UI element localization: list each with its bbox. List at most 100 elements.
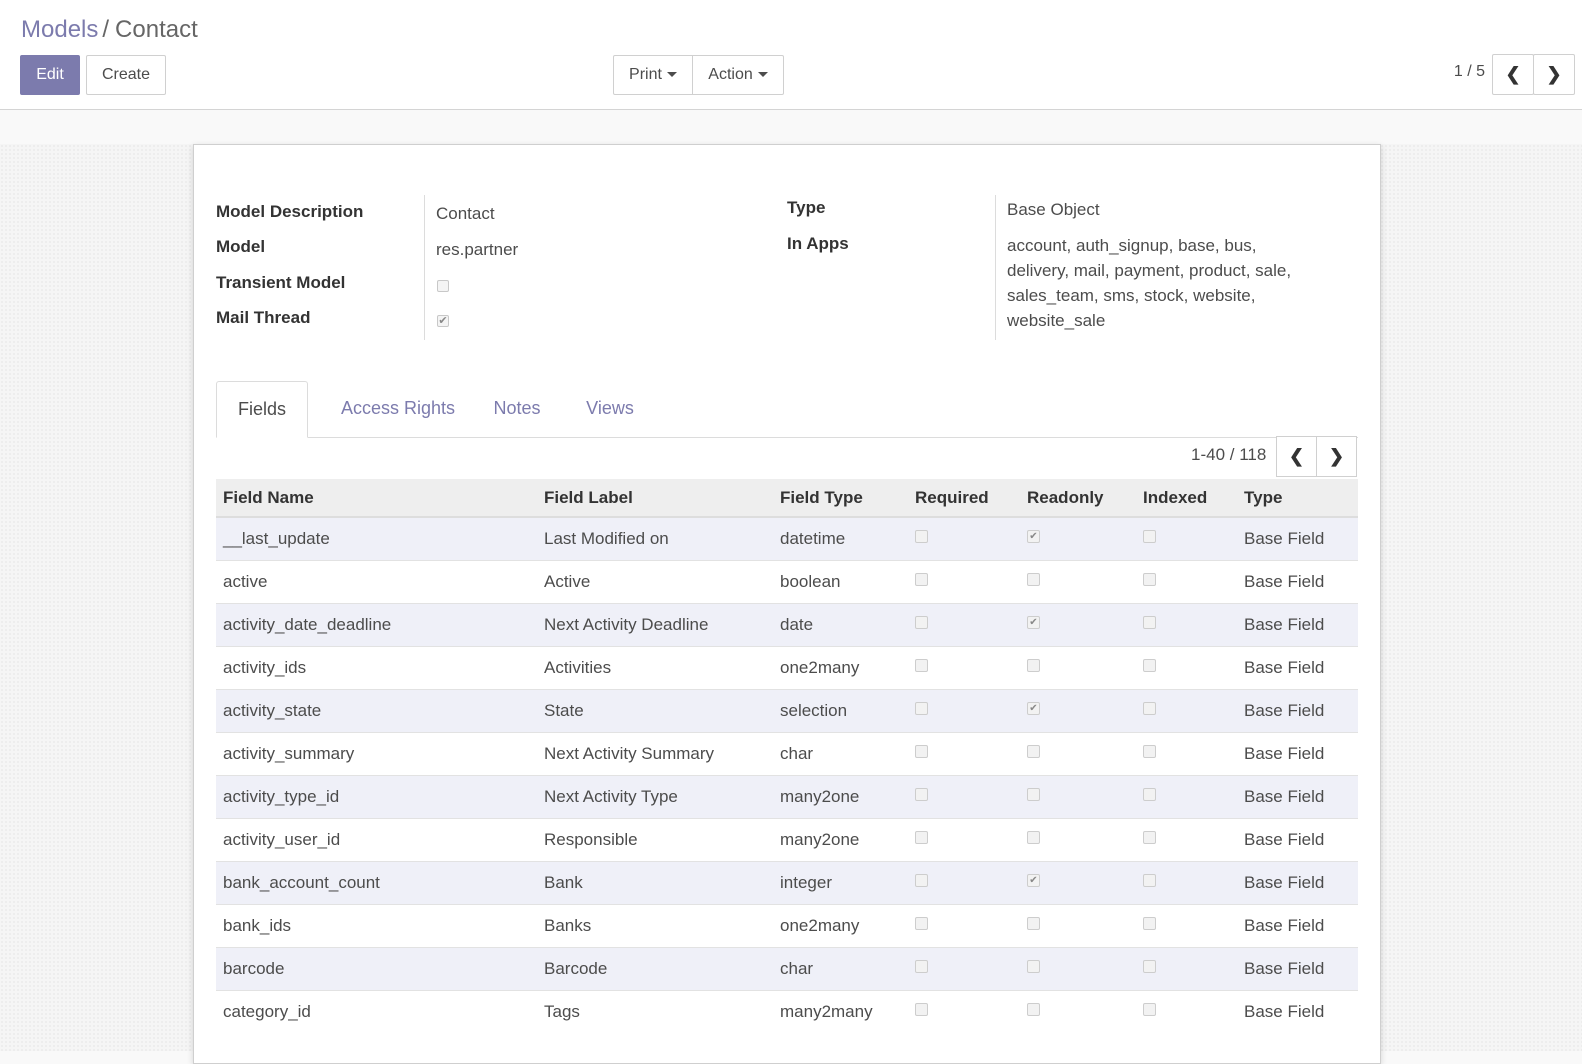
cell-required bbox=[908, 688, 1020, 732]
cell-type: Base Field bbox=[1237, 559, 1358, 603]
cell-type: Base Field bbox=[1237, 860, 1358, 904]
right-group-separator bbox=[995, 195, 996, 340]
table-row[interactable]: bank_ids Banks one2many Base Field bbox=[216, 903, 1358, 947]
record-pager-value[interactable]: 1 / 5 bbox=[1454, 63, 1485, 81]
notebook-tabs: Fields Access Rights Notes Views bbox=[216, 381, 1358, 438]
table-row[interactable]: __last_update Last Modified on datetime ✔ Ba… bbox=[216, 516, 1358, 560]
indexed-checkbox bbox=[1143, 572, 1156, 586]
model-description-label: Model Description bbox=[216, 202, 364, 221]
table-row[interactable]: activity_summary Next Activity Summary cha… bbox=[216, 731, 1358, 775]
cell-field-name: barcode bbox=[216, 946, 537, 990]
readonly-checkbox: ✔ bbox=[1027, 529, 1040, 543]
required-checkbox bbox=[915, 959, 928, 973]
cell-readonly bbox=[1020, 731, 1136, 775]
pager-previous-button[interactable]: ❮ bbox=[1492, 54, 1534, 95]
column-header-indexed[interactable]: Indexed bbox=[1136, 479, 1237, 518]
cell-readonly bbox=[1020, 946, 1136, 990]
cell-required bbox=[908, 774, 1020, 818]
cell-field-label: Active bbox=[537, 559, 773, 603]
cell-field-label: Tags bbox=[537, 989, 773, 1033]
action-dropdown-button[interactable]: Action bbox=[692, 55, 784, 95]
cell-required bbox=[908, 946, 1020, 990]
cell-readonly bbox=[1020, 903, 1136, 947]
table-row[interactable]: activity_date_deadline Next Activity Dead… bbox=[216, 602, 1358, 646]
cell-field-name: active bbox=[216, 559, 537, 603]
cell-field-name: activity_date_deadline bbox=[216, 602, 537, 646]
cell-indexed bbox=[1136, 946, 1237, 990]
table-row[interactable]: barcode Barcode char Base Field bbox=[216, 946, 1358, 990]
print-dropdown-button[interactable]: Print bbox=[613, 55, 693, 95]
tab-fields[interactable]: Fields bbox=[216, 381, 308, 438]
indexed-checkbox bbox=[1143, 1002, 1156, 1016]
cell-field-type: one2many bbox=[773, 903, 908, 947]
table-row[interactable]: activity_user_id Responsible many2one Base … bbox=[216, 817, 1358, 861]
table-row[interactable]: active Active boolean Base Field bbox=[216, 559, 1358, 603]
required-checkbox bbox=[915, 873, 928, 887]
column-header-readonly[interactable]: Readonly bbox=[1020, 479, 1136, 518]
cell-field-type: many2one bbox=[773, 774, 908, 818]
cell-field-type: integer bbox=[773, 860, 908, 904]
readonly-checkbox: ✔ bbox=[1027, 701, 1040, 715]
model-value: res.partner bbox=[436, 240, 519, 259]
pager-next-button[interactable]: ❯ bbox=[1533, 54, 1575, 95]
list-pager-value[interactable]: 1-40 / 118 bbox=[1191, 445, 1266, 465]
table-row[interactable]: activity_state State selection ✔ Base Field bbox=[216, 688, 1358, 732]
tab-access-rights[interactable]: Access Rights bbox=[320, 381, 476, 437]
column-header-field-type[interactable]: Field Type bbox=[773, 479, 908, 518]
in-apps-line: delivery, mail, payment, product, sale, bbox=[1007, 261, 1292, 280]
cell-type: Base Field bbox=[1237, 774, 1358, 818]
breadcrumb-separator: / bbox=[102, 16, 110, 43]
required-checkbox bbox=[915, 572, 928, 586]
cell-field-name: bank_account_count bbox=[216, 860, 537, 904]
readonly-checkbox bbox=[1027, 658, 1040, 672]
indexed-checkbox bbox=[1143, 959, 1156, 973]
cell-indexed bbox=[1136, 903, 1237, 947]
list-next-button[interactable]: ❯ bbox=[1316, 436, 1357, 477]
breadcrumb: Models / Contact bbox=[21, 16, 198, 44]
edit-button[interactable]: Edit bbox=[20, 55, 80, 95]
indexed-checkbox bbox=[1143, 701, 1156, 715]
cell-required bbox=[908, 903, 1020, 947]
in-apps-line: sales_team, sms, stock, website, bbox=[1007, 286, 1256, 305]
column-header-required[interactable]: Required bbox=[908, 479, 1020, 518]
cell-field-label: Bank bbox=[537, 860, 773, 904]
required-checkbox bbox=[915, 615, 928, 629]
create-button[interactable]: Create bbox=[86, 55, 166, 95]
cell-field-type: one2many bbox=[773, 645, 908, 689]
table-row[interactable]: category_id Tags many2many Base Field bbox=[216, 989, 1358, 1033]
readonly-checkbox bbox=[1027, 1002, 1040, 1016]
cell-indexed bbox=[1136, 688, 1237, 732]
caret-down-icon bbox=[666, 72, 677, 78]
cell-type: Base Field bbox=[1237, 516, 1358, 560]
cell-readonly: ✔ bbox=[1020, 688, 1136, 732]
readonly-checkbox bbox=[1027, 959, 1040, 973]
breadcrumb-models-link[interactable]: Models bbox=[21, 16, 98, 43]
indexed-checkbox bbox=[1143, 744, 1156, 758]
cell-field-name: activity_state bbox=[216, 688, 537, 732]
type-label: Type bbox=[787, 198, 826, 217]
cell-field-label: Responsible bbox=[537, 817, 773, 861]
indexed-checkbox bbox=[1143, 529, 1156, 543]
tab-notes[interactable]: Notes bbox=[482, 381, 552, 437]
cell-type: Base Field bbox=[1237, 989, 1358, 1033]
table-row[interactable]: activity_ids Activities one2many Base Field bbox=[216, 645, 1358, 689]
list-previous-button[interactable]: ❮ bbox=[1276, 436, 1317, 477]
cell-type: Base Field bbox=[1237, 645, 1358, 689]
required-checkbox bbox=[915, 529, 928, 543]
table-row[interactable]: activity_type_id Next Activity Type many2o… bbox=[216, 774, 1358, 818]
cell-field-label: Next Activity Type bbox=[537, 774, 773, 818]
cell-readonly: ✔ bbox=[1020, 516, 1136, 560]
table-row[interactable]: bank_account_count Bank integer ✔ Base Field bbox=[216, 860, 1358, 904]
tab-views[interactable]: Views bbox=[574, 381, 646, 437]
column-header-type[interactable]: Type bbox=[1237, 479, 1358, 518]
model-label: Model bbox=[216, 237, 266, 256]
cell-readonly bbox=[1020, 989, 1136, 1033]
cell-indexed bbox=[1136, 989, 1237, 1033]
column-header-field-name[interactable]: Field Name bbox=[216, 479, 537, 518]
cell-field-type: date bbox=[773, 602, 908, 646]
cell-field-name: activity_ids bbox=[216, 645, 537, 689]
cell-field-type: datetime bbox=[773, 516, 908, 560]
readonly-checkbox bbox=[1027, 787, 1040, 801]
cell-indexed bbox=[1136, 559, 1237, 603]
column-header-field-label[interactable]: Field Label bbox=[537, 479, 773, 518]
